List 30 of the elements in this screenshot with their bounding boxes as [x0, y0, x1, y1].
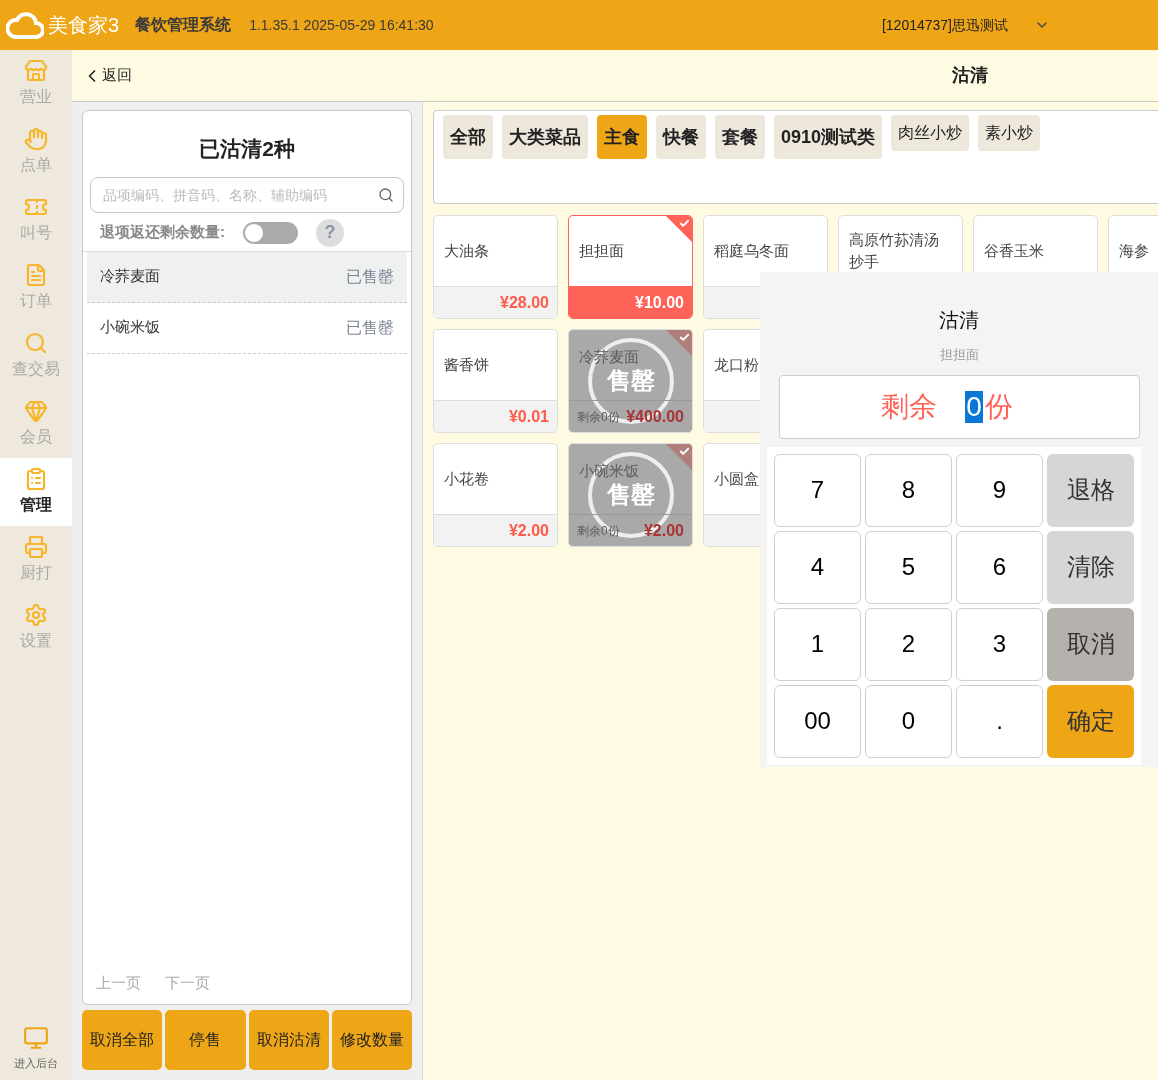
dish-name: 稻庭乌冬面	[714, 241, 789, 261]
system-name: 餐饮管理系统	[135, 15, 232, 35]
dish-name: 小花卷	[444, 469, 489, 489]
dish-name: 担担面	[579, 241, 624, 261]
dish-name: 高原竹荪清汤抄手	[849, 230, 940, 272]
version-text: 1.1.35.1 2025-05-29 16:41:30	[249, 15, 434, 35]
page-title: 沽清	[952, 64, 988, 87]
dish-price: ¥2.00	[508, 520, 549, 541]
dish-name: 冷荞麦面	[100, 266, 160, 287]
quantity-value: 0	[965, 390, 983, 423]
panel-title: 已沽清2种	[198, 136, 296, 162]
dish-price: ¥10.00	[635, 292, 684, 313]
dish-name: 龙口粉	[714, 355, 759, 375]
dish-name: 谷香玉米	[984, 241, 1044, 261]
brand-name: 美食家3	[48, 13, 120, 38]
remaining-text: 剩余0份	[577, 408, 620, 426]
dialog-dish-name: 担担面	[939, 346, 979, 364]
unit-label: 份	[984, 389, 1013, 424]
dish-name: 小圆盒	[714, 469, 759, 489]
status-text: 已售罄	[346, 317, 394, 338]
dish-name: 大油条	[444, 241, 489, 261]
remaining-label: 剩余	[881, 389, 938, 424]
status-text: 已售罄	[346, 266, 394, 287]
dish-name: 小碗米饭	[100, 317, 160, 338]
dish-price: ¥28.00	[500, 292, 549, 313]
dish-name: 酱香饼	[444, 355, 489, 375]
dish-name: 海参	[1119, 241, 1149, 261]
toggle-label: 退项返还剩余数量:	[100, 222, 225, 243]
remaining-text: 剩余0份	[577, 522, 620, 540]
dish-price: ¥0.01	[508, 406, 549, 427]
